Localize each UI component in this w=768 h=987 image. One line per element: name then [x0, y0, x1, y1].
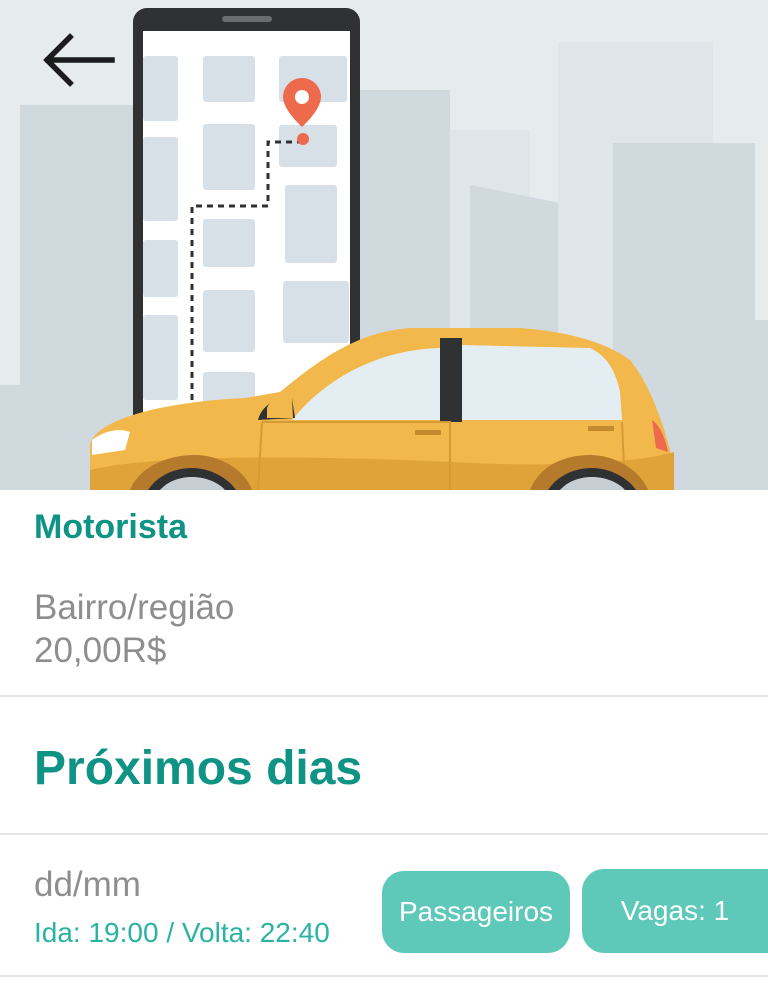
back-button[interactable]	[30, 24, 126, 96]
hero-illustration	[0, 0, 768, 490]
seats-button[interactable]: Vagas: 1	[582, 869, 768, 953]
region-text: Bairro/região	[34, 588, 235, 627]
price-text: 20,00R$	[34, 631, 167, 670]
passengers-button[interactable]: Passageiros	[382, 871, 570, 953]
driver-info-section: Motorista Bairro/região 20,00R$	[0, 490, 768, 697]
trip-times: Ida: 19:00 / Volta: 22:40	[34, 917, 330, 948]
trip-date: dd/mm	[34, 865, 141, 904]
driver-role-label: Motorista	[34, 508, 187, 546]
upcoming-days-header: Próximos dias	[0, 697, 768, 835]
trip-row: dd/mm Ida: 19:00 / Volta: 22:40 Passagei…	[0, 835, 768, 977]
section-title: Próximos dias	[34, 742, 363, 795]
arrow-left-icon	[43, 33, 115, 87]
